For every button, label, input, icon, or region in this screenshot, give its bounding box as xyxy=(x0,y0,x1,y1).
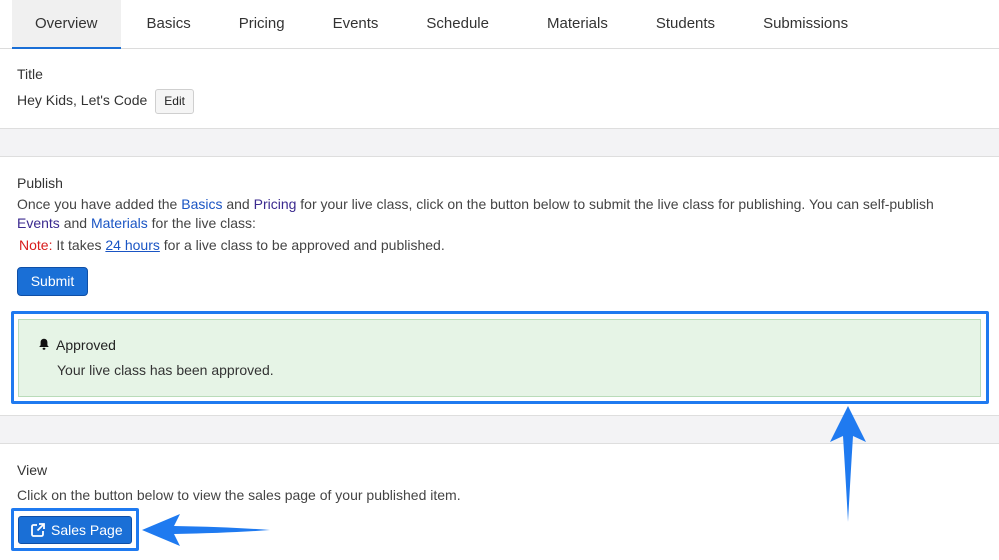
events-link[interactable]: Events xyxy=(17,215,60,231)
tab-students[interactable]: Students xyxy=(634,0,737,48)
bell-icon xyxy=(39,338,49,350)
materials-link[interactable]: Materials xyxy=(91,215,148,231)
tab-basics[interactable]: Basics xyxy=(125,0,213,48)
publish-text: Once you have added the xyxy=(17,196,182,212)
external-link-icon xyxy=(31,523,45,537)
sales-page-label: Sales Page xyxy=(51,522,123,538)
tab-submissions[interactable]: Submissions xyxy=(741,0,870,48)
tab-materials[interactable]: Materials xyxy=(525,0,630,48)
view-description: Click on the button below to view the sa… xyxy=(17,487,461,503)
tab-pricing[interactable]: Pricing xyxy=(217,0,307,48)
tab-schedule[interactable]: Schedule xyxy=(404,0,511,48)
section-divider xyxy=(0,128,999,157)
approved-alert xyxy=(18,319,981,397)
alert-title: Approved xyxy=(56,337,116,353)
publish-text: for the live class: xyxy=(147,215,256,231)
publish-note: Note: It takes 24 hours for a live class… xyxy=(19,236,445,255)
sales-page-button[interactable]: Sales Page xyxy=(18,516,132,544)
note-hours-link[interactable]: 24 hours xyxy=(105,237,159,253)
alert-message: Your live class has been approved. xyxy=(57,362,274,378)
title-row: Hey Kids, Let's Code Edit xyxy=(17,89,194,114)
publish-description: Once you have added the Basics and Prici… xyxy=(17,195,977,233)
publish-text: and xyxy=(59,215,91,231)
tab-events[interactable]: Events xyxy=(311,0,401,48)
note-text: It takes xyxy=(52,237,106,253)
submit-button[interactable]: Submit xyxy=(17,267,88,296)
tab-bar: Overview Basics Pricing Events Schedule … xyxy=(0,0,999,49)
alert-title-row: Approved xyxy=(38,337,116,353)
pricing-link[interactable]: Pricing xyxy=(254,196,297,212)
annotation-arrow-left xyxy=(142,514,270,546)
note-text: for a live class to be approved and publ… xyxy=(159,237,445,253)
publish-text: for your live class, click on the button… xyxy=(296,196,934,212)
publish-text: and xyxy=(222,196,254,212)
annotation-arrow-up xyxy=(830,406,866,522)
note-label: Note: xyxy=(19,237,53,253)
publish-heading: Publish xyxy=(17,175,63,191)
title-value: Hey Kids, Let's Code xyxy=(17,92,148,109)
edit-button[interactable]: Edit xyxy=(155,89,194,114)
view-heading: View xyxy=(17,462,48,478)
tab-overview[interactable]: Overview xyxy=(12,0,121,49)
basics-link[interactable]: Basics xyxy=(181,196,222,212)
title-heading: Title xyxy=(17,66,43,82)
